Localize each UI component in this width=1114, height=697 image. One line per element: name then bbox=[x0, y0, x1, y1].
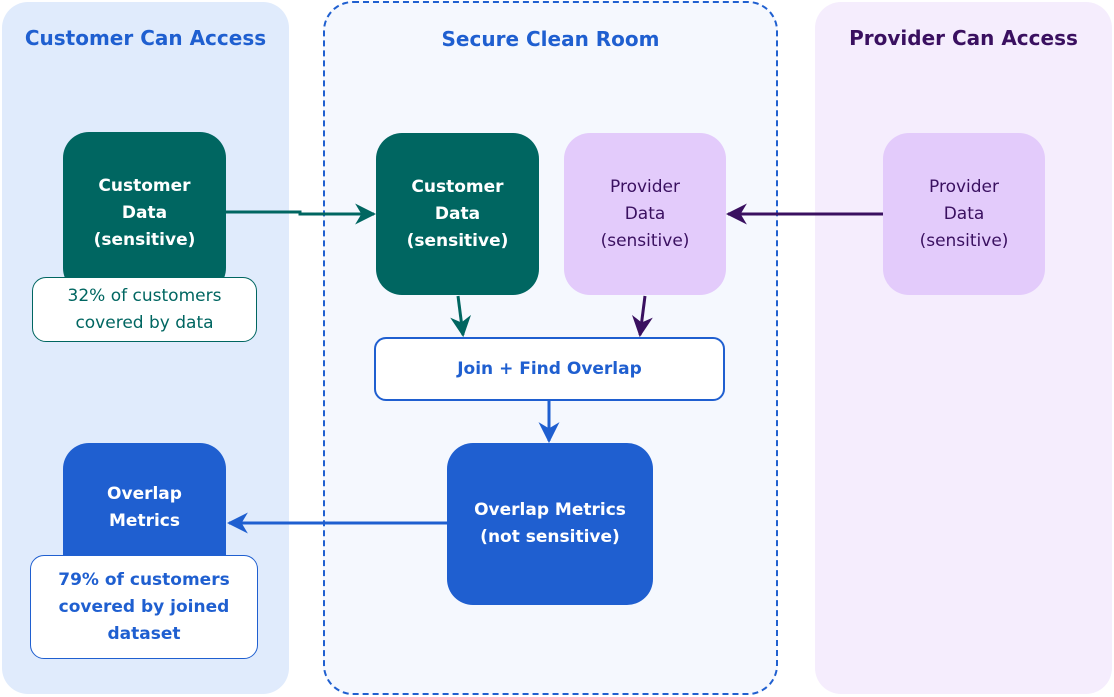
provider-zone-title: Provider Can Access bbox=[849, 26, 1078, 50]
joined-coverage-note: 79% of customers covered by joined datas… bbox=[30, 555, 258, 659]
customer-zone-title: Customer Can Access bbox=[24, 26, 267, 50]
clean-room-provider-data-node: Provider Data (sensitive) bbox=[564, 133, 726, 295]
provider-data-node: Provider Data (sensitive) bbox=[883, 133, 1045, 295]
customer-data-node: Customer Data (sensitive) bbox=[63, 132, 226, 294]
provider-access-zone: Provider Can Access bbox=[815, 2, 1112, 694]
clean-room-title: Secure Clean Room bbox=[441, 27, 660, 51]
clean-room-customer-data-node: Customer Data (sensitive) bbox=[376, 133, 539, 295]
join-find-overlap-step: Join + Find Overlap bbox=[374, 337, 725, 401]
customer-coverage-note: 32% of customers covered by data bbox=[32, 277, 257, 342]
overlap-metrics-clean-node: Overlap Metrics (not sensitive) bbox=[447, 443, 653, 605]
